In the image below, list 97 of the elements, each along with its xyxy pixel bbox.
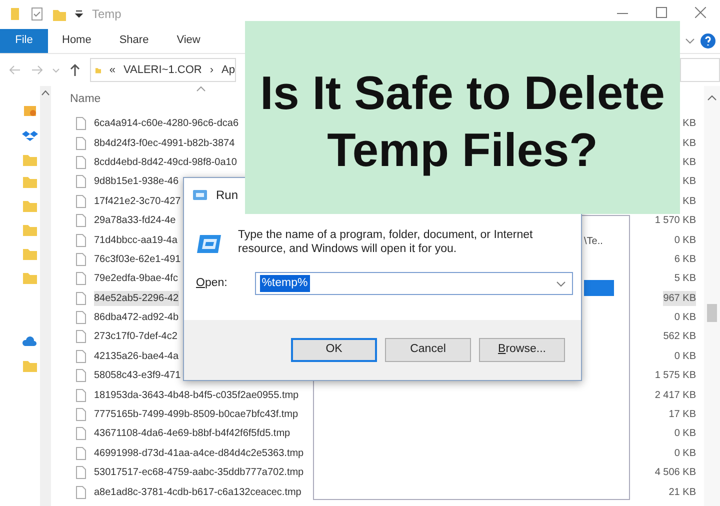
file-icon	[76, 252, 86, 266]
file-icon	[76, 272, 86, 286]
sort-icon	[196, 86, 206, 92]
file-name[interactable]: 8cdd4ebd-8d42-49cd-98f8-0a10	[94, 154, 237, 170]
file-name[interactable]: a8e1ad8c-3781-4cdb-b617-c6a132ceacec.tmp	[94, 484, 302, 500]
back-icon[interactable]	[8, 63, 22, 77]
file-size: KB	[682, 194, 696, 209]
file-size: KB	[682, 175, 696, 190]
file-name[interactable]: 8b4d24f3-f0ec-4991-b82b-3874	[94, 136, 235, 151]
file-icon	[76, 175, 86, 188]
forward-icon[interactable]	[30, 63, 44, 77]
file-name[interactable]: 273c17f0-7def-4c2	[94, 329, 178, 344]
address-segment[interactable]: «	[109, 62, 116, 78]
file-size: 967 KB	[663, 290, 696, 306]
file-name[interactable]: 84e52ab5-2296-42	[94, 290, 179, 306]
file-icon	[76, 486, 86, 499]
file-name[interactable]: 71d4bbcc-aa19-4a	[94, 232, 178, 248]
file-size: 2 417 KB	[654, 388, 696, 403]
file-icon	[76, 350, 86, 363]
file-size: 0 KB	[674, 350, 696, 364]
file-size: 0 KB	[674, 311, 696, 326]
help-icon[interactable]	[700, 32, 716, 48]
file-name[interactable]: 42135a26-bae4-4a	[94, 348, 179, 364]
address-segment[interactable]: VALERI~1.COR	[124, 62, 202, 78]
open-field[interactable]: %temp%	[254, 272, 573, 295]
scroll-up-icon[interactable]	[40, 88, 51, 98]
file-icon	[76, 388, 86, 402]
file-size: 0 KB	[674, 234, 696, 248]
ribbon-tab[interactable]: Home	[48, 28, 106, 52]
file-icon	[76, 446, 86, 460]
file-icon	[76, 311, 86, 324]
address-bar[interactable]: « VALERI~1.COR › Ap	[90, 58, 236, 82]
file-icon	[76, 234, 86, 247]
maximize-icon[interactable]	[656, 6, 667, 18]
file-icon	[76, 136, 86, 150]
file-icon	[76, 292, 86, 305]
dropbox-icon[interactable]	[22, 128, 38, 144]
file-icon	[76, 330, 86, 344]
dialog-button[interactable]: Cancel	[385, 338, 471, 362]
run-icon	[196, 233, 222, 255]
file-size: 21 KB	[668, 486, 696, 500]
scroll-thumb[interactable]	[707, 304, 717, 322]
file-icon	[76, 369, 86, 382]
file-name[interactable]: 6ca4a914-c60e-4280-96c6-dca6	[94, 116, 239, 132]
file-name[interactable]: 181953da-3643-4b48-b4f5-c035f2ae0955.tmp	[94, 388, 299, 403]
minimize-icon[interactable]	[617, 12, 628, 14]
file-name[interactable]: 9d8b15e1-938e-46	[94, 174, 179, 190]
address-segment[interactable]: Ap	[222, 62, 235, 78]
file-name[interactable]: 17f421e2-3c70-427	[94, 194, 181, 209]
file-icon	[76, 408, 86, 422]
dialog-button[interactable]: OK	[291, 338, 377, 362]
file-size: 1 575 KB	[654, 369, 696, 384]
file-size: 6 KB	[674, 252, 696, 267]
file-icon	[76, 117, 86, 130]
close-icon[interactable]	[695, 6, 706, 18]
file-size: 0 KB	[674, 446, 696, 461]
file-icon	[76, 194, 86, 208]
file-tab[interactable]: File	[0, 28, 48, 52]
file-size: 17 KB	[668, 408, 696, 422]
file-icon	[76, 466, 86, 480]
file-size: 4 506 KB	[654, 466, 696, 480]
dialog-message: Type the name of a program, folder, document, or Internet resource, and Windows will open it for you.	[238, 228, 534, 256]
dialog-button[interactable]: Browse...	[479, 338, 565, 362]
field-label: Open:	[196, 276, 228, 291]
file-icon	[76, 214, 86, 228]
up-icon[interactable]	[68, 63, 82, 77]
file-size: 1 570 KB	[654, 214, 696, 228]
ribbon-tab[interactable]: Share	[105, 28, 163, 52]
file-size: 0 KB	[674, 427, 696, 442]
file-name[interactable]: 58058c43-e3f9-471	[94, 368, 181, 384]
path-text: \Te..	[584, 235, 603, 249]
window-title: Temp	[92, 6, 122, 23]
file-size: KB	[682, 117, 696, 132]
file-icon	[76, 427, 86, 440]
address-segment[interactable]: ›	[210, 62, 214, 78]
file-size: KB	[682, 136, 696, 151]
highlight-bar	[584, 280, 614, 296]
dialog-title: Run	[216, 187, 238, 204]
file-size: KB	[682, 156, 696, 170]
file-size: 5 KB	[674, 272, 696, 286]
file-icon	[76, 156, 86, 169]
file-name[interactable]: 86dba472-ad92-4b	[94, 310, 179, 326]
search-field[interactable]	[680, 58, 720, 82]
file-size: 562 KB	[663, 330, 696, 344]
file-name[interactable]: 79e2edfa-9bae-4fc	[94, 271, 178, 286]
column-header[interactable]: Name	[70, 91, 101, 109]
headline: Is It Safe to Delete Temp Files?	[259, 65, 666, 178]
scrollbar[interactable]	[704, 86, 720, 506]
file-name[interactable]: 46991998-d73d-41aa-a4ce-d84d4c2e5363.tmp	[94, 446, 304, 461]
file-name[interactable]: 7775165b-7499-499b-8509-b0cae7bfc43f.tmp	[94, 407, 298, 422]
file-name[interactable]: 43671108-4da6-4e69-b8bf-b4f42f6f5fd5.tmp	[94, 426, 290, 442]
file-name[interactable]: 29a78a33-fd24-4e	[94, 213, 176, 228]
ribbon-tab[interactable]: View	[162, 28, 214, 52]
properties-icon[interactable]	[30, 7, 44, 21]
file-name[interactable]: 53017517-ec68-4759-aabc-35ddb777a702.tmp	[94, 465, 304, 480]
file-name[interactable]: 76c3f03e-62e1-491	[94, 252, 181, 267]
run-icon	[192, 189, 208, 201]
